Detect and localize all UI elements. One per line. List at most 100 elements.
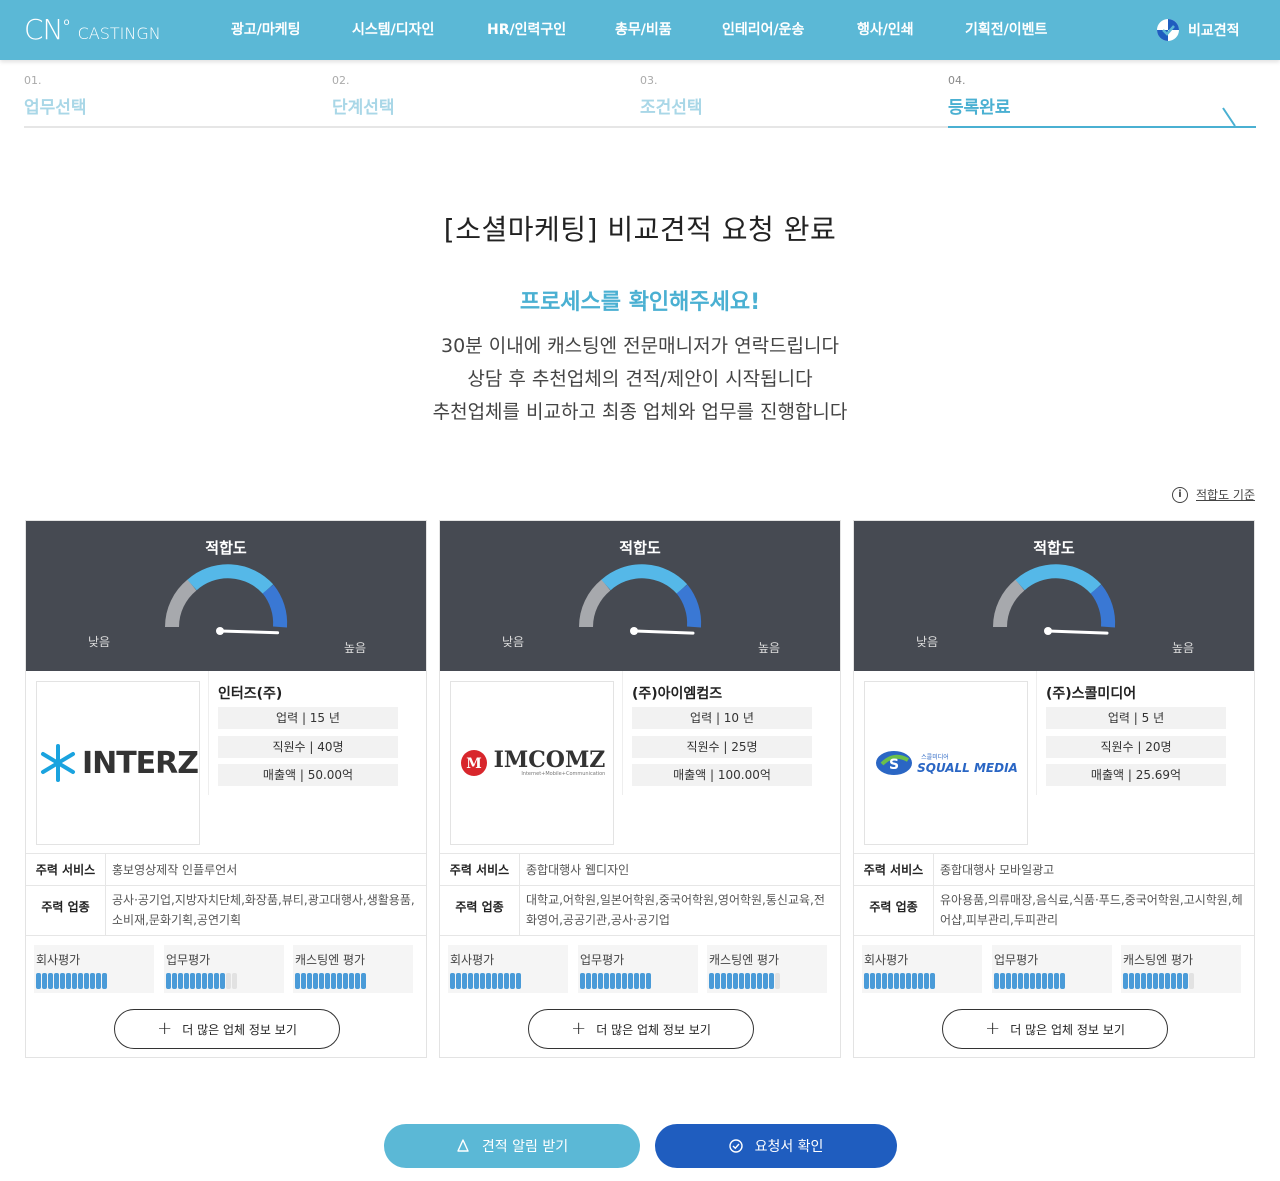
company-card: 적합도 낮음 높음 INTERZ 인터즈(주) 업력 | 15 년 직원수 | 40명 매출액…: [25, 520, 427, 1058]
company-name[interactable]: (주)아이엠컴즈: [632, 683, 722, 703]
company-rating: 회사평가: [448, 945, 568, 993]
rating-segment: [498, 973, 503, 989]
rating-segment: [102, 973, 107, 989]
rating-segment: [486, 973, 491, 989]
rating-segment: [96, 973, 101, 989]
rating-segment: [60, 973, 65, 989]
company-card: 적합도 낮음 높음 S 스콜미디어 SQUALL MEDIA (주)스콜미디어 업력 | 5 …: [853, 520, 1255, 1058]
rating-segment: [924, 973, 929, 989]
rating-label: 회사평가: [36, 953, 81, 967]
step-label: 업무선택: [24, 98, 87, 118]
gauge-low-label: 낮음: [502, 635, 525, 649]
rating-label: 업무평가: [166, 953, 211, 967]
rating-segment: [36, 973, 41, 989]
logo-subtext: 스콜미디어: [921, 753, 949, 761]
rating-segment: [598, 973, 603, 989]
rating-segment: [90, 973, 95, 989]
compare-quote-button[interactable]: 비교견적: [1156, 18, 1240, 42]
rating-segment: [1018, 973, 1023, 989]
rating-segment: [325, 973, 330, 989]
industry-row: 주력 업종 유아용품,의류매장,음식료,식품·푸드,중국어학원,고시학원,헤어샵,…: [854, 886, 1254, 936]
rating-segment: [42, 973, 47, 989]
company-name[interactable]: (주)스콜미디어: [1046, 683, 1136, 703]
company-name[interactable]: 인터즈(주): [218, 683, 282, 703]
company-sales: 매출액 | 50.00억: [218, 764, 398, 786]
rating-segment: [1189, 973, 1194, 989]
quote-alert-label: 견적 알림 받기: [481, 1139, 569, 1155]
more-company-info-button[interactable]: + 더 많은 업체 정보 보기: [942, 1009, 1168, 1049]
rating-segment: [450, 973, 455, 989]
company-logo-box[interactable]: S 스콜미디어 SQUALL MEDIA: [864, 681, 1028, 845]
rating-segment: [864, 973, 869, 989]
rating-segment: [66, 973, 71, 989]
nav-advertising-marketing[interactable]: 광고/마케팅: [231, 0, 301, 60]
rating-segment: [640, 973, 645, 989]
process-line: 추천업체를 비교하고 최종 업체와 업무를 진행합니다: [432, 401, 848, 423]
service-value: 종합대행사 모바일광고: [940, 863, 1055, 877]
rating-segment: [646, 973, 651, 989]
rating-segment: [1159, 973, 1164, 989]
company-staff: 직원수 | 40명: [218, 736, 398, 758]
request-confirm-button[interactable]: 요청서 확인: [655, 1124, 897, 1168]
gauge-high-arc: [676, 584, 702, 628]
rating-segment: [1036, 973, 1041, 989]
service-header: 주력 서비스: [440, 854, 520, 885]
more-company-info-button[interactable]: + 더 많은 업체 정보 보기: [114, 1009, 340, 1049]
rating-segment: [1141, 973, 1146, 989]
rating-segment: [1153, 973, 1158, 989]
castingn-rating: 캐스팅엔 평가: [1121, 945, 1241, 993]
company-logo-box[interactable]: INTERZ: [36, 681, 200, 845]
rating-bar: [864, 973, 936, 989]
gauge-low-label: 낮음: [916, 635, 939, 649]
nav-system-design[interactable]: 시스템/디자인: [352, 0, 434, 60]
nav-general-supplies[interactable]: 총무/비품: [615, 0, 672, 60]
compare-icon: [1157, 19, 1179, 41]
service-row: 주력 서비스 종합대행사 모바일광고: [854, 854, 1254, 886]
step-number: 03.: [640, 74, 658, 87]
fit-criteria-link[interactable]: i 적합도 기준: [1172, 486, 1255, 503]
rating-bar: [709, 973, 781, 989]
industry-header: 주력 업종: [854, 886, 934, 935]
rating-bar: [1123, 973, 1195, 989]
rating-segment: [1177, 973, 1182, 989]
rating-segment: [580, 973, 585, 989]
quote-alert-button[interactable]: 견적 알림 받기: [384, 1124, 640, 1168]
company-logo-box[interactable]: M IMCOMZ Internet+Mobile+Communication: [450, 681, 614, 845]
logo-text: CASTINGN: [77, 23, 161, 43]
castingn-logo[interactable]: CN o CASTINGN: [24, 12, 161, 48]
rating-segment: [930, 973, 935, 989]
rating-segment: [1030, 973, 1035, 989]
fit-gauge: [578, 564, 702, 635]
rating-segment: [474, 973, 479, 989]
progress-steps: 01. 업무선택 02. 단계선택 03. 조건선택 04. 등록완료: [24, 74, 1256, 128]
service-value: 홍보영상제작 인플루언서: [112, 863, 238, 877]
gauge-needle: [1046, 629, 1109, 635]
gauge-pivot: [216, 627, 224, 635]
rating-segment: [1048, 973, 1053, 989]
industry-value: 대학교,어학원,일본어학원,중국어학원,영어학원,통신교육,전화영어,공공기관,…: [526, 893, 825, 927]
rating-label: 업무평가: [994, 953, 1039, 967]
fit-criteria-label: 적합도 기준: [1196, 488, 1256, 502]
service-row: 주력 서비스 종합대행사 웹디자인: [440, 854, 840, 886]
rating-segment: [592, 973, 597, 989]
nav-interior-transport[interactable]: 인테리어/운송: [722, 0, 804, 60]
nav-event-printing[interactable]: 행사/인쇄: [857, 0, 914, 60]
rating-bar: [295, 973, 367, 989]
more-company-info-button[interactable]: + 더 많은 업체 정보 보기: [528, 1009, 754, 1049]
rating-segment: [190, 973, 195, 989]
step-number: 02.: [332, 74, 350, 87]
rating-segment: [912, 973, 917, 989]
step-label: 조건선택: [640, 98, 703, 118]
nav-exhibition-event[interactable]: 기획전/이벤트: [965, 0, 1047, 60]
gauge-high-label: 높음: [758, 641, 781, 655]
rating-segment: [622, 973, 627, 989]
step-number: 01.: [24, 74, 42, 87]
info-divider: [208, 671, 209, 795]
ratings-group: 회사평가 업무평가 캐스팅엔 평가: [34, 945, 418, 993]
rating-segment: [172, 973, 177, 989]
company-career: 업력 | 5 년: [1046, 707, 1226, 729]
nav-hr-recruiting[interactable]: HR/인력구인: [487, 0, 566, 60]
rating-segment: [610, 973, 615, 989]
rating-segment: [492, 973, 497, 989]
logo-dot-icon: o: [63, 16, 70, 28]
